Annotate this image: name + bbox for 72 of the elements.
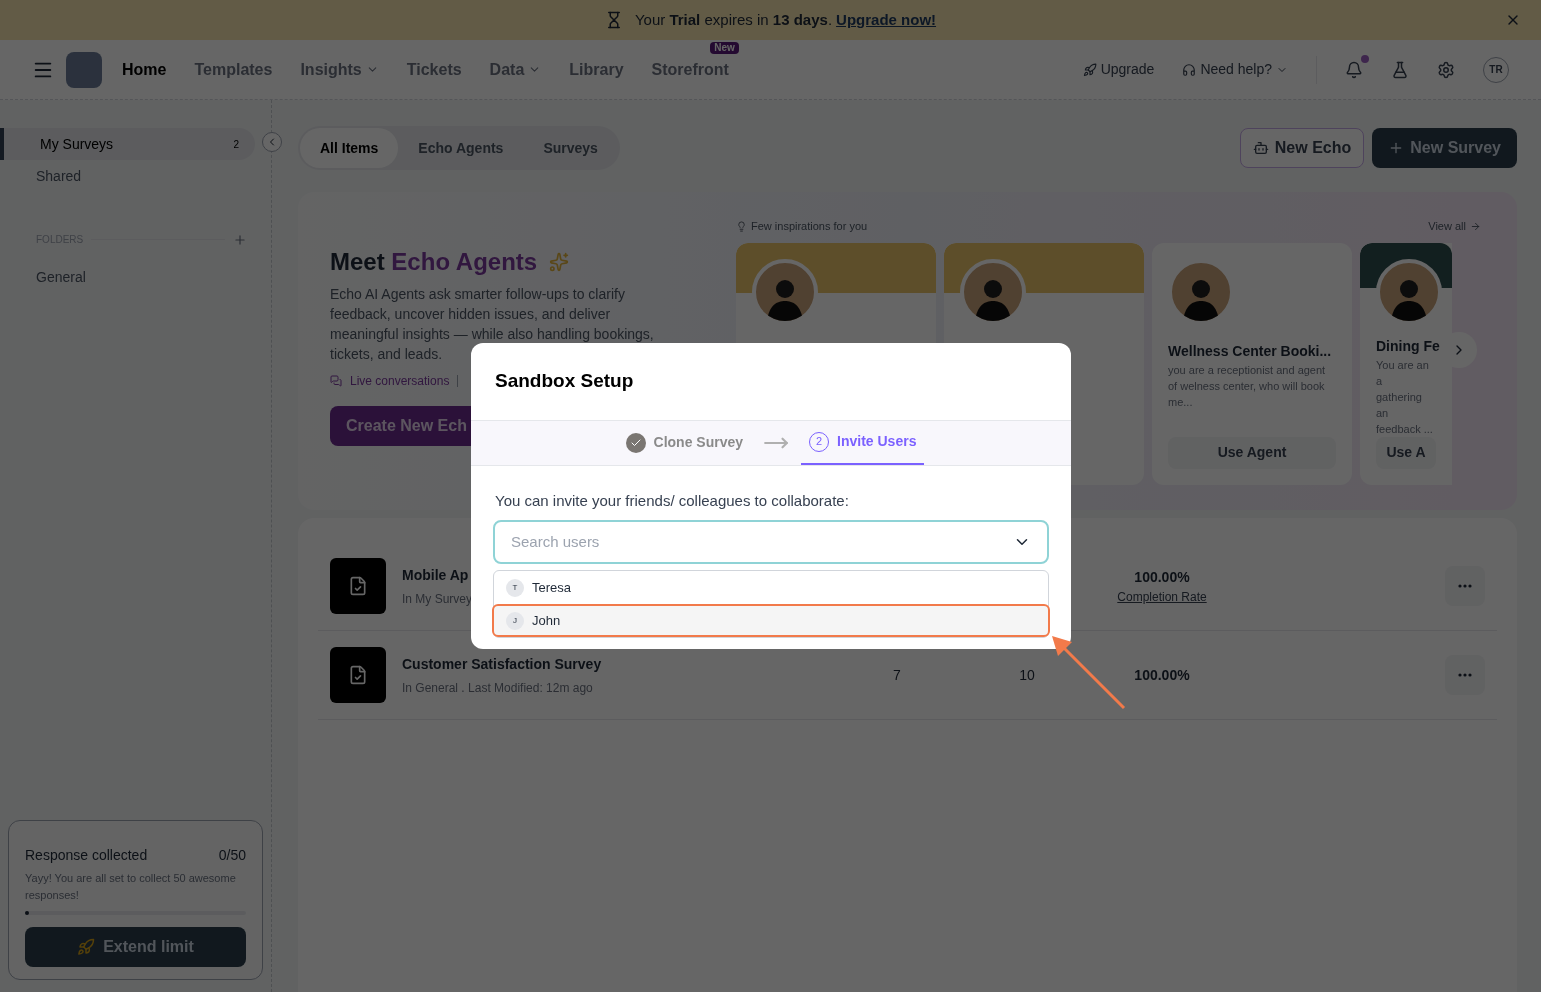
sidebar-item[interactable]: My Surveys 2 [0,128,255,160]
settings-icon[interactable] [1437,60,1455,79]
use-agent-button[interactable]: Use A [1376,436,1436,469]
headset-icon [1182,62,1197,77]
rocket-icon [77,938,96,956]
agent-title: Wellness Center Booki... [1168,341,1333,361]
trial-message: Your Trial expires in 13 days. [634,9,833,30]
bell-icon [1345,60,1363,79]
collapse-sidebar-button[interactable] [262,132,282,152]
document-check-icon [348,576,368,596]
robot-icon [1252,140,1269,156]
sidebar-item[interactable]: Shared [0,160,255,192]
new-echo-button[interactable]: New Echo [1239,128,1365,168]
completion-rate: 100.00% [1134,567,1190,587]
agent-description: feedback ... [1376,421,1434,437]
survey-meta: In My Survey [402,590,474,608]
step-tab[interactable]: Clone Survey [617,420,752,465]
table-cell: 10 [1019,667,1035,683]
upgrade-link[interactable]: Upgrade [1082,59,1155,80]
user-name: John [532,611,561,630]
search-input: Search users [511,530,1013,554]
nav-link[interactable]: Data [489,57,542,82]
user-search-select[interactable]: Search users [493,520,1049,564]
sparkles-icon [549,252,570,272]
completion-rate-link[interactable]: Completion Rate [1117,587,1207,606]
hero-description: Echo AI Agents ask smarter follow-ups to clarify feedback, uncover hidden issues, and deliver meaningful insights — while also handling bookings, tickets, and leads. [330,285,655,364]
hero-title: Meet Echo Agents [330,247,538,277]
user-initial-avatar: J [506,611,524,630]
table-cell: 7 [893,667,901,683]
filter-tab[interactable]: Surveys [523,128,618,168]
usage-title: Response collected [25,846,148,865]
nav-link[interactable]: Templates [194,57,273,82]
filter-tab[interactable]: Echo Agents [398,128,524,168]
more-options-button[interactable] [1445,566,1485,606]
chat-icon [330,375,342,387]
survey-name[interactable]: Customer Satisfaction Survey [402,653,832,675]
user-option[interactable]: T Teresa [494,571,1048,604]
user-option[interactable]: J John [492,604,1050,637]
more-icon [1458,673,1472,677]
more-icon [1458,584,1472,588]
use-agent-button[interactable]: Use Agent [1168,436,1336,469]
help-menu[interactable]: Need help? [1182,59,1288,80]
arrow-right-icon [1470,220,1481,232]
usage-count: 0/50 [218,846,246,865]
document-check-icon [348,665,368,685]
nav-link[interactable]: Library [569,57,624,82]
completion-rate: 100.00% [1134,665,1190,685]
dialog-title: Sandbox Setup [494,369,635,393]
add-folder-icon[interactable] [233,232,247,247]
feature-label: Live conversations [350,373,450,390]
invite-prompt: You can invite your friends/ colleagues to collaborate: [494,490,850,511]
survey-meta: In General . Last Modified: 12m ago [402,679,594,697]
nav-link[interactable]: Tickets [406,57,462,82]
rocket-icon [1082,62,1097,77]
user-name: Teresa [532,578,572,597]
more-options-button[interactable] [1445,655,1485,695]
flask-icon[interactable] [1391,60,1409,79]
user-initial-avatar: T [506,578,524,597]
app-logo [66,51,102,88]
nav-link[interactable]: Storefront [651,57,729,82]
new-survey-button[interactable]: New Survey [1372,128,1517,168]
nav-link[interactable]: Home [122,57,167,82]
nav-link[interactable]: Insights [300,57,379,82]
upgrade-now-link[interactable]: Upgrade now! [836,8,937,32]
new-badge: New [710,41,739,54]
lightbulb-icon [736,220,747,232]
filter-tab[interactable]: All Items [300,128,399,168]
folder-item[interactable]: General [0,267,255,288]
step-tab[interactable]: 2 Invite Users [801,420,925,465]
extend-limit-button[interactable]: Extend limit [25,927,246,967]
inspirations-heading: Few inspirations for you [736,218,868,235]
view-all-link[interactable]: View all [1428,218,1481,235]
